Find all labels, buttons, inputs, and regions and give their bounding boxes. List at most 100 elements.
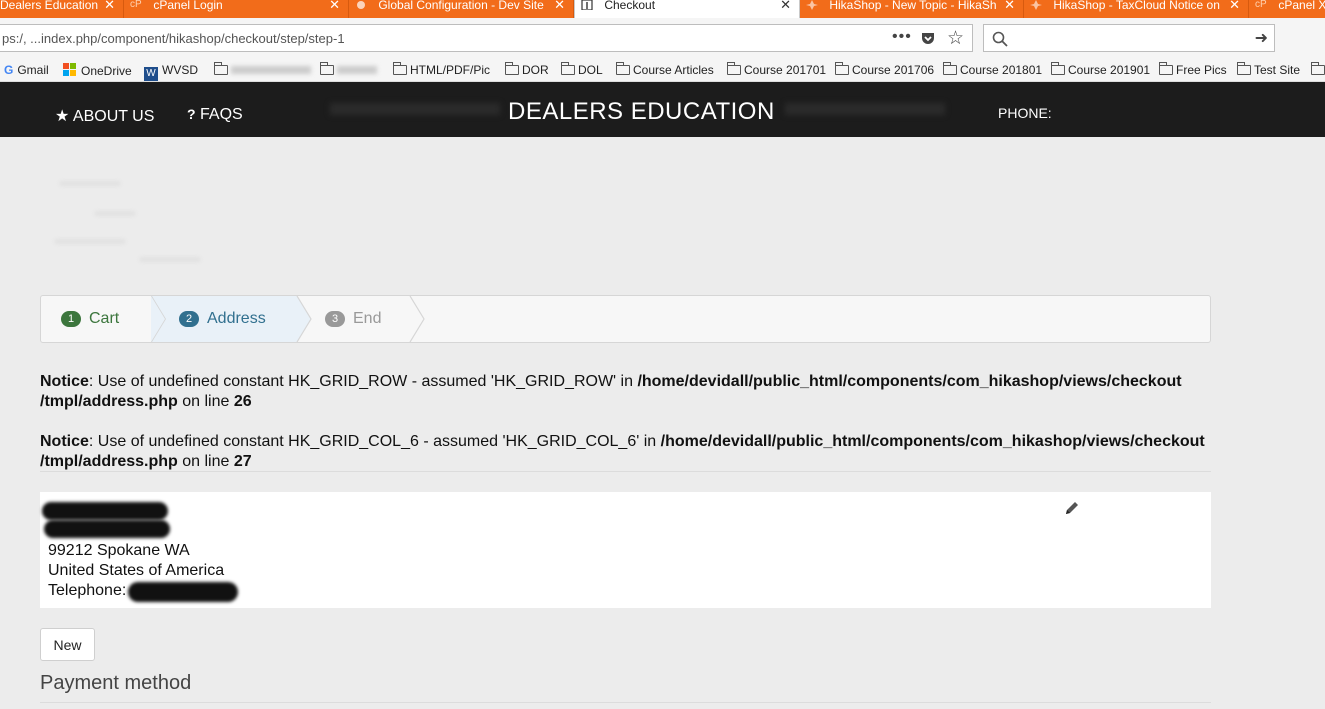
folder-icon [1051,62,1065,75]
url-text: ps:/, ...index.php/component/hikashop/ch… [2,31,345,46]
bookmark-course-201901[interactable]: Course 201901 [1051,62,1151,77]
step-label: Cart [89,310,120,327]
tab-title: Global Configuration - Dev Site [378,0,544,12]
notice-on-line: on line [177,393,234,410]
new-address-button[interactable]: New [40,628,95,661]
tab-hikashop-new-topic[interactable]: HikaShop - New Topic - HikaSh ✕ [800,0,1024,18]
close-icon[interactable]: ✕ [104,0,115,11]
bookmark-html-pdf-pic[interactable]: HTML/PDF/Pic [393,62,491,77]
tab-cpanel-login[interactable]: cP cPanel Login ✕ [124,0,349,18]
tab-title: cPanel X [1278,0,1325,12]
notice-label: Notice [40,433,89,450]
redacted-blur [231,66,311,74]
bookmarks-bar: G Gmail OneDrive W WVSD HTML/PDF/Pic DOR D… [0,60,1325,82]
tab-title: Checkout [604,0,656,12]
bookmark-overflow[interactable] [1311,62,1325,77]
close-icon[interactable]: ✕ [1004,0,1015,11]
php-notice: Notice: Use of undefined constant HK_GRI… [40,372,1220,412]
close-icon[interactable]: ✕ [329,0,340,11]
search-input[interactable]: ➜ [983,24,1275,52]
folder-icon [505,62,519,75]
bookmark-course-articles[interactable]: Course Articles [616,62,714,77]
star-icon: ★ [55,108,70,125]
bookmark-onedrive[interactable]: OneDrive [63,63,132,78]
bookmark-folder-redacted[interactable] [320,62,377,77]
payment-method-title: Payment method [40,672,192,694]
php-notice: Notice: Use of undefined constant HK_GRI… [40,432,1220,472]
tab-cpanel-x[interactable]: cP cPanel X [1249,0,1325,18]
bookmark-free-pics[interactable]: Free Pics [1159,62,1227,77]
bookmark-label: OneDrive [81,64,132,78]
bookmark-gmail[interactable]: G Gmail [4,63,49,77]
search-go-arrow-icon[interactable]: ➜ [1255,28,1268,48]
tab-global-configuration[interactable]: Global Configuration - Dev Site ✕ [349,0,574,18]
redacted-blur [337,66,377,74]
bookmark-course-201801[interactable]: Course 201801 [943,62,1042,77]
bookmark-dor[interactable]: DOR [505,62,549,77]
tab-title: cPanel Login [153,0,223,12]
bookmark-star-icon[interactable]: ☆ [947,27,964,50]
tab-bar: Dealers Education ✕ cP cPanel Login ✕ Gl… [0,0,1325,18]
notice-line-number: 26 [233,393,252,410]
redacted-blur [55,240,125,243]
cpanel-icon: cP [1255,0,1267,10]
folder-icon [616,62,630,75]
bookmark-test-site[interactable]: Test Site [1237,62,1300,77]
site-header: ★ ABOUT US ? FAQS DEALERS EDUCATION PHON… [0,82,1325,137]
redacted-blur [785,103,945,115]
close-icon[interactable]: ✕ [1229,0,1240,11]
notice-line-number: 27 [233,453,252,470]
step-cart[interactable]: 1 Cart [61,296,119,342]
redacted-blur [330,103,500,115]
google-icon: G [4,63,14,77]
nav-about-us[interactable]: ★ ABOUT US [55,106,154,126]
folder-icon [727,62,741,75]
microsoft-icon [63,63,76,76]
folder-icon [1311,62,1325,75]
tab-title: HikaShop - New Topic - HikaSh [829,0,997,12]
folder-icon [393,62,407,75]
close-icon[interactable]: ✕ [780,0,791,11]
tab-dealers-education[interactable]: Dealers Education ✕ [0,0,124,18]
bookmark-label: Course 201706 [852,63,935,77]
cpanel-icon: cP [130,0,142,10]
tab-title: Dealers Education [0,0,99,12]
folder-icon [835,62,849,75]
notice-on-line: on line [177,453,234,470]
address-city-line: 99212 Spokane WA [48,542,190,559]
address-bar[interactable]: ps:/, ...index.php/component/hikashop/ch… [0,24,973,52]
folder-icon [320,62,334,75]
bookmark-wvsd[interactable]: W WVSD [144,63,198,81]
divider [40,702,1211,703]
bookmark-course-201701[interactable]: Course 201701 [727,62,826,77]
notice-label: Notice [40,373,89,390]
step-address[interactable]: 2 Address [179,296,266,342]
nav-label: FAQS [200,106,243,123]
folder-icon [943,62,957,75]
tab-checkout[interactable]: Checkout ✕ [574,0,800,18]
bookmark-dol[interactable]: DOL [561,62,603,77]
bookmark-folder-redacted[interactable] [214,62,311,77]
nav-faqs[interactable]: ? FAQS [187,106,243,124]
more-actions-icon[interactable]: ••• [892,28,912,46]
step-label: End [353,310,382,327]
address-card[interactable]: 99212 Spokane WA United States of Americ… [40,492,1211,608]
bookmark-label: Course Articles [633,63,714,77]
checkout-steps: 1 Cart 2 Address 3 End [40,295,1211,343]
bookmark-label: HTML/PDF/Pic [410,63,491,77]
notice-message: : Use of undefined constant HK_GRID_COL_… [88,433,661,450]
page-icon [581,0,593,10]
hikashop-icon [1030,0,1042,10]
pocket-icon[interactable] [920,31,936,47]
edit-pencil-icon[interactable] [1064,500,1080,516]
bookmark-label: Course 201901 [1068,63,1151,77]
site-brand[interactable]: DEALERS EDUCATION [508,98,775,126]
bookmark-course-201706[interactable]: Course 201706 [835,62,935,77]
redacted-name [42,502,168,520]
navigation-bar: ps:/, ...index.php/component/hikashop/ch… [0,18,1325,60]
bookmark-label: Gmail [17,63,49,77]
step-label: Address [207,310,266,327]
close-icon[interactable]: ✕ [554,0,565,11]
tab-hikashop-taxcloud[interactable]: HikaShop - TaxCloud Notice on ✕ [1024,0,1249,18]
folder-icon [214,62,228,75]
